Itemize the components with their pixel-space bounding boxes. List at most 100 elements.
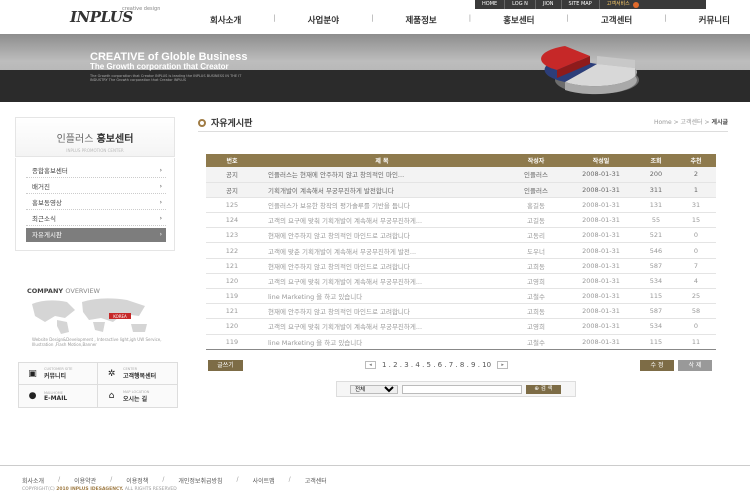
table-row[interactable]: 125 인플러스가 보유한 창작의 평가솔루를 기반을 둡니다 홍길동 2008-01… (206, 197, 716, 214)
footer-link-terms[interactable]: 이용약관 (74, 476, 96, 485)
edit-button[interactable]: 수 정 (640, 360, 674, 371)
cell-author: 고길동 (506, 212, 566, 229)
nav-customer[interactable]: 고객센터 (601, 14, 632, 26)
col-header-date: 작성일 (566, 154, 636, 167)
search-button[interactable]: ⊕ 검 색 (526, 384, 561, 394)
util-service-link[interactable]: 고객서비스 (600, 0, 646, 9)
prev-page-button[interactable]: ◂ (365, 361, 376, 369)
cell-subject[interactable]: 현재에 안주하지 않고 창의적인 마인드로 고려합니다 (258, 258, 506, 274)
utility-bar: HOME LOG N JION SITE MAP 고객서비스 (475, 0, 706, 9)
table-row[interactable]: 공지 인플러스는 현재에 안주하지 않고 창의적인 마인... 인플러스 2008-0… (206, 167, 716, 183)
footer-link-sitemap[interactable]: 사이트맵 (253, 476, 275, 485)
cell-no: 123 (206, 227, 258, 244)
sidebar-item-label: 홍보동영상 (32, 199, 62, 207)
cell-subject[interactable]: 기획개발이 계속해서 무궁무진하게 발전합니다 (258, 182, 506, 198)
nav-community[interactable]: 커뮤니티 (699, 14, 730, 26)
sidebar-item-magazine[interactable]: 배거진 › (26, 180, 166, 194)
util-sitemap-link[interactable]: SITE MAP (562, 0, 600, 9)
chevron-right-icon: › (159, 183, 162, 190)
cell-views: 311 (636, 182, 676, 198)
breadcrumb-customer[interactable]: 고객센터 (681, 119, 703, 126)
table-row[interactable]: 공지 기획개발이 계속해서 무궁무진하게 발전합니다 인플러스 2008-01-31 3… (206, 182, 716, 198)
table-row[interactable]: 120 고객의 요구에 맞춰 기획개발이 계속해서 무궁무진하게... 고영희 200… (206, 273, 716, 290)
community-icon: ▣ (28, 368, 37, 379)
sidebar-item-news[interactable]: 최근소식 › (26, 212, 166, 226)
cell-date: 2008-01-31 (566, 258, 636, 274)
cell-subject[interactable]: 고객의 요구에 맞춰 기획개발이 계속해서 무궁무진하게... (258, 212, 506, 229)
cell-views: 521 (636, 227, 676, 244)
cell-views: 115 (636, 288, 676, 305)
footer-link-policy[interactable]: 이용정책 (126, 476, 148, 485)
nav-business[interactable]: 사업분야 (308, 14, 339, 26)
table-row[interactable]: 121 현재에 안주하지 않고 창의적인 마인드로 고려합니다 고희동 2008-01… (206, 303, 716, 320)
title-divider (198, 131, 728, 132)
nav-separator: | (664, 14, 667, 22)
quick-email[interactable]: ● MAILHOME E-MAIL (19, 385, 98, 407)
breadcrumb-home[interactable]: Home (654, 119, 672, 126)
company-overview-title: COMPANY OVERVIEW (27, 287, 100, 295)
cell-author: 인플러스 (506, 167, 566, 183)
table-row[interactable]: 119 line Marketing 을 하고 있습니다 고철수 2008-01-31… (206, 288, 716, 305)
sidebar-item-video[interactable]: 홍보동영상 › (26, 196, 166, 210)
table-row[interactable]: 121 현재에 안주하지 않고 창의적인 마인드로 고려합니다 고희동 2008-01… (206, 258, 716, 274)
nav-company[interactable]: 회사소개 (210, 14, 241, 26)
cell-subject[interactable]: 인플러스는 현재에 안주하지 않고 창의적인 마인... (258, 167, 506, 183)
sidebar-menu: 종합홍보센터 › 배거진 › 홍보동영상 › 최근소식 › 자유게시판 › (15, 158, 175, 251)
cell-subject[interactable]: line Marketing 을 하고 있습니다 (258, 334, 506, 350)
table-row[interactable]: 122 고객에 맞춘 기획개발이 계속해서 무궁무진하게 발전... 도우너 2008… (206, 242, 716, 259)
quick-sub: CUSTOMER SITE (44, 367, 73, 371)
chevron-right-icon: › (159, 231, 162, 238)
cell-date: 2008-01-31 (566, 227, 636, 244)
delete-button[interactable]: 삭 제 (678, 360, 712, 371)
cell-author: 고동리 (506, 227, 566, 244)
cell-subject[interactable]: 현재에 안주하지 않고 창의적인 마인드로 고려합니다 (258, 303, 506, 320)
col-header-no: 번호 (206, 154, 258, 167)
footer-link-privacy[interactable]: 개인정보취급방침 (178, 476, 222, 485)
nav-pr-center[interactable]: 홍보센터 (503, 14, 534, 26)
pie-3d-icon (541, 46, 639, 95)
company-overview[interactable]: COMPANY OVERVIEW KOREA Website Design&De… (27, 287, 177, 357)
table-row[interactable]: 123 현재에 안주하지 않고 창의적인 마인드로 고려합니다 고동리 2008-01… (206, 227, 716, 244)
next-page-button[interactable]: ▸ (497, 361, 509, 369)
footer-link-company[interactable]: 회사소개 (22, 476, 44, 485)
cell-subject[interactable]: 인플러스가 보유한 창작의 평가솔루를 기반을 둡니다 (258, 197, 506, 214)
logo[interactable]: INPLUS creative design (70, 6, 160, 26)
cell-recommend: 1 (676, 182, 716, 198)
nav-separator: | (273, 14, 276, 22)
util-home-link[interactable]: HOME (475, 0, 506, 9)
table-row[interactable]: 124 고객의 요구에 맞춰 기획개발이 계속해서 무궁무진하게... 고길동 200… (206, 212, 716, 229)
table-row[interactable]: 119 line Marketing 을 하고 있습니다 고철수 2008-01-31… (206, 334, 716, 350)
chevron-right-icon: › (159, 215, 162, 222)
cell-author: 홍길동 (506, 197, 566, 214)
util-login-link[interactable]: LOG N (505, 0, 536, 9)
cell-date: 2008-01-31 (566, 303, 636, 320)
page-numbers[interactable]: 1 . 2 . 3 . 4 . 5 . 6 . 7 . 8 . 9 . 10 (382, 361, 491, 369)
quick-location[interactable]: ⌂ MAP LOCATION 오시는 길 (98, 385, 177, 407)
cell-subject[interactable]: 고객의 요구에 맞춰 기획개발이 계속해서 무궁무진하게... (258, 318, 506, 335)
table-row[interactable]: 120 고객의 요구에 맞춰 기획개발이 계속해서 무궁무진하게... 고영희 200… (206, 318, 716, 335)
cell-subject[interactable]: 고객의 요구에 맞춰 기획개발이 계속해서 무궁무진하게... (258, 273, 506, 290)
company-overview-desc: Website Design&Development , Interactive… (32, 337, 162, 347)
search-input[interactable] (402, 384, 522, 394)
logo-tagline: creative design (122, 6, 161, 12)
cell-subject[interactable]: 현재에 안주하지 않고 창의적인 마인드로 고려합니다 (258, 227, 506, 244)
cell-subject[interactable]: line Marketing 을 하고 있습니다 (258, 288, 506, 305)
write-post-button[interactable]: 글쓰기 (208, 360, 243, 371)
world-map-icon: KOREA (32, 298, 147, 334)
cell-subject[interactable]: 고객에 맞춘 기획개발이 계속해서 무궁무진하게 발전... (258, 242, 506, 259)
sidebar-item-label: 최근소식 (32, 215, 56, 223)
quick-service-center[interactable]: ✲ CENTER 고객행복센터 (98, 363, 177, 385)
bullet-circle-icon (198, 118, 206, 127)
nav-products[interactable]: 제품정보 (405, 14, 436, 26)
cell-date: 2008-01-31 (566, 242, 636, 259)
quick-community[interactable]: ▣ CUSTOMER SITE 커뮤니티 (19, 363, 98, 385)
quick-sub: CENTER (123, 367, 138, 371)
cell-views: 200 (636, 167, 676, 183)
sidebar-item-pr-center[interactable]: 종합홍보센터 › (26, 164, 166, 178)
main-nav: 회사소개 | 사업분야 | 제품정보 | 홍보센터 | 고객센터 | 커뮤니티 (210, 14, 730, 26)
footer-link-customer[interactable]: 고객센터 (305, 476, 327, 485)
search-scope-select[interactable]: 전체 (350, 384, 398, 394)
util-join-link[interactable]: JION (536, 0, 562, 9)
sidebar-item-free-board[interactable]: 자유게시판 › (26, 228, 166, 242)
quick-label: E-MAIL (44, 394, 68, 402)
